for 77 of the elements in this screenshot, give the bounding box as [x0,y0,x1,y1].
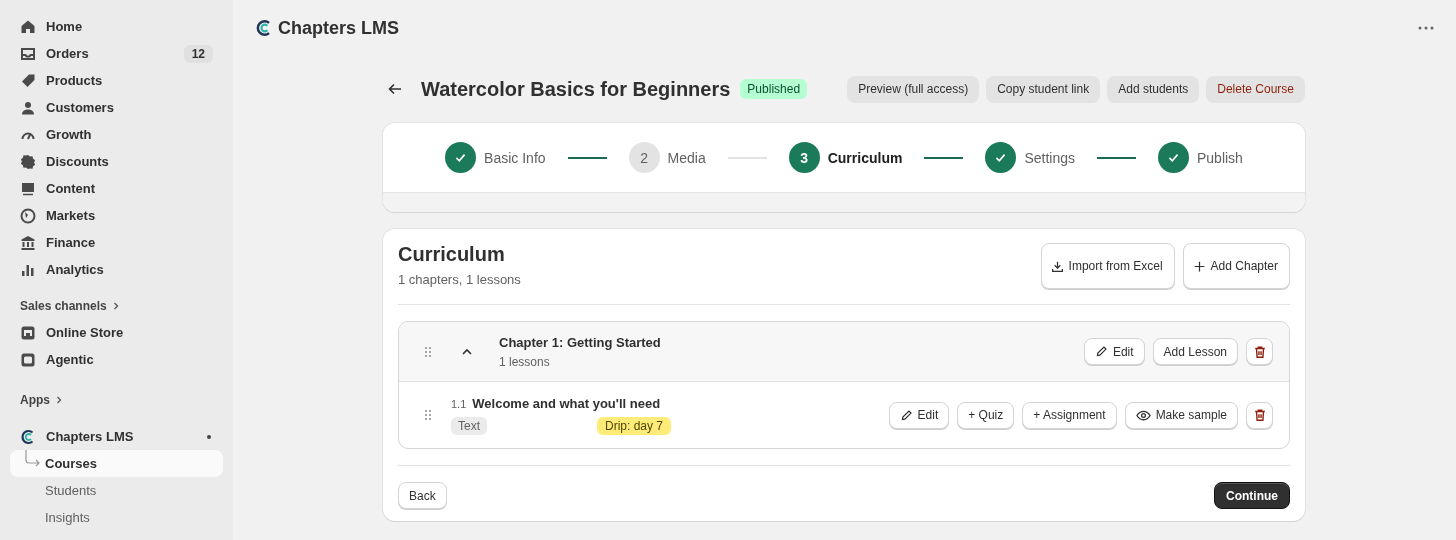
make-sample-button[interactable]: Make sample [1124,401,1238,429]
nav-icon [20,234,36,251]
nav-icon [20,18,36,35]
section-header[interactable]: Apps [10,387,223,413]
nav-icon [20,72,36,89]
trash-icon [1252,344,1267,359]
step[interactable]: 2 Media [628,142,706,173]
store-icon [20,324,36,341]
tree-connector-icon [25,450,41,468]
section-title: Curriculum [398,243,506,266]
nav-item[interactable]: Analytics [10,256,223,283]
lesson-count: 1 lessons [499,354,551,369]
nav-item[interactable]: Orders 12 [10,40,223,67]
trash-icon [1252,408,1267,422]
nav-subitem[interactable]: Courses [10,450,223,477]
nav-item[interactable]: Markets [10,202,223,229]
summary-text: 1 chapters, 1 lessons [398,272,521,287]
app-item[interactable]: Chapters LMS [10,423,223,450]
delete-button[interactable]: Delete Course [1206,75,1305,103]
status-badge: Published [740,79,808,99]
back-button[interactable]: Back [398,482,447,509]
pencil-icon [1094,345,1108,358]
import-button[interactable]: Import from Excel [1040,243,1175,289]
indicator-dot [207,434,211,439]
more-icon[interactable] [1418,26,1434,30]
add-chapter-button[interactable]: Add Chapter [1182,243,1290,289]
delete-button[interactable] [1246,338,1273,365]
step-indicator: 3 [788,142,820,173]
store-icon [20,351,36,368]
logo-icon [20,428,36,445]
delete-button[interactable] [1246,401,1273,429]
edit-button[interactable]: Edit [888,401,950,429]
nav-item[interactable]: Growth [10,121,223,148]
pencil-icon [899,408,913,422]
type-tag: Text [451,416,487,435]
nav-item[interactable]: Home [10,13,223,40]
plus-icon [1192,259,1206,273]
section-header[interactable]: Sales channels [10,293,223,319]
nav-icon [20,45,36,62]
action-button[interactable]: Preview (full access) [847,75,980,103]
continue-button[interactable]: Continue [1214,482,1290,509]
nav-item[interactable]: Online Store [10,319,223,346]
nav-icon [20,99,36,116]
nav-subitem[interactable]: Students [10,477,223,504]
add-lesson-button[interactable]: Add Lesson [1152,338,1238,365]
nav-item[interactable]: Discounts [10,148,223,175]
chapter-title: Chapter 1: Getting Started [499,334,661,350]
nav-item[interactable]: Products [10,67,223,94]
add-button[interactable]: + Quiz [957,401,1015,429]
lesson-number: 1.1 [451,397,467,410]
brand-title: Chapters LMS [255,17,400,39]
download-icon [1050,259,1064,273]
step-indicator: 2 [628,142,660,173]
drip-tag: Drip: day 7 [597,416,672,435]
count-badge: 12 [183,44,213,63]
drag-handle-icon[interactable] [423,409,433,421]
course-title: Watercolor Basics for Beginners [421,77,731,101]
nav-subitem[interactable]: Insights [10,504,223,531]
drag-handle-icon[interactable] [423,345,433,358]
edit-button[interactable]: Edit [1083,338,1145,365]
nav-icon [20,207,36,224]
lesson-title: Welcome and what you'll need [472,395,661,411]
step[interactable]: 3 Curriculum [788,142,903,173]
nav-icon [20,180,36,197]
step[interactable]: Settings [985,142,1075,173]
action-button[interactable]: Add students [1107,75,1200,103]
back-arrow-icon[interactable] [387,81,403,97]
nav-item[interactable]: Customers [10,94,223,121]
add-button[interactable]: + Assignment [1022,401,1117,429]
nav-item[interactable]: Content [10,175,223,202]
nav-item[interactable]: Agentic [10,346,223,373]
step[interactable]: Basic Info [445,142,546,173]
action-button[interactable]: Copy student link [986,75,1101,103]
chevron-right-icon [54,395,64,405]
step[interactable]: Publish [1158,142,1243,173]
nav-icon [20,153,36,170]
nav-item[interactable]: Finance [10,229,223,256]
